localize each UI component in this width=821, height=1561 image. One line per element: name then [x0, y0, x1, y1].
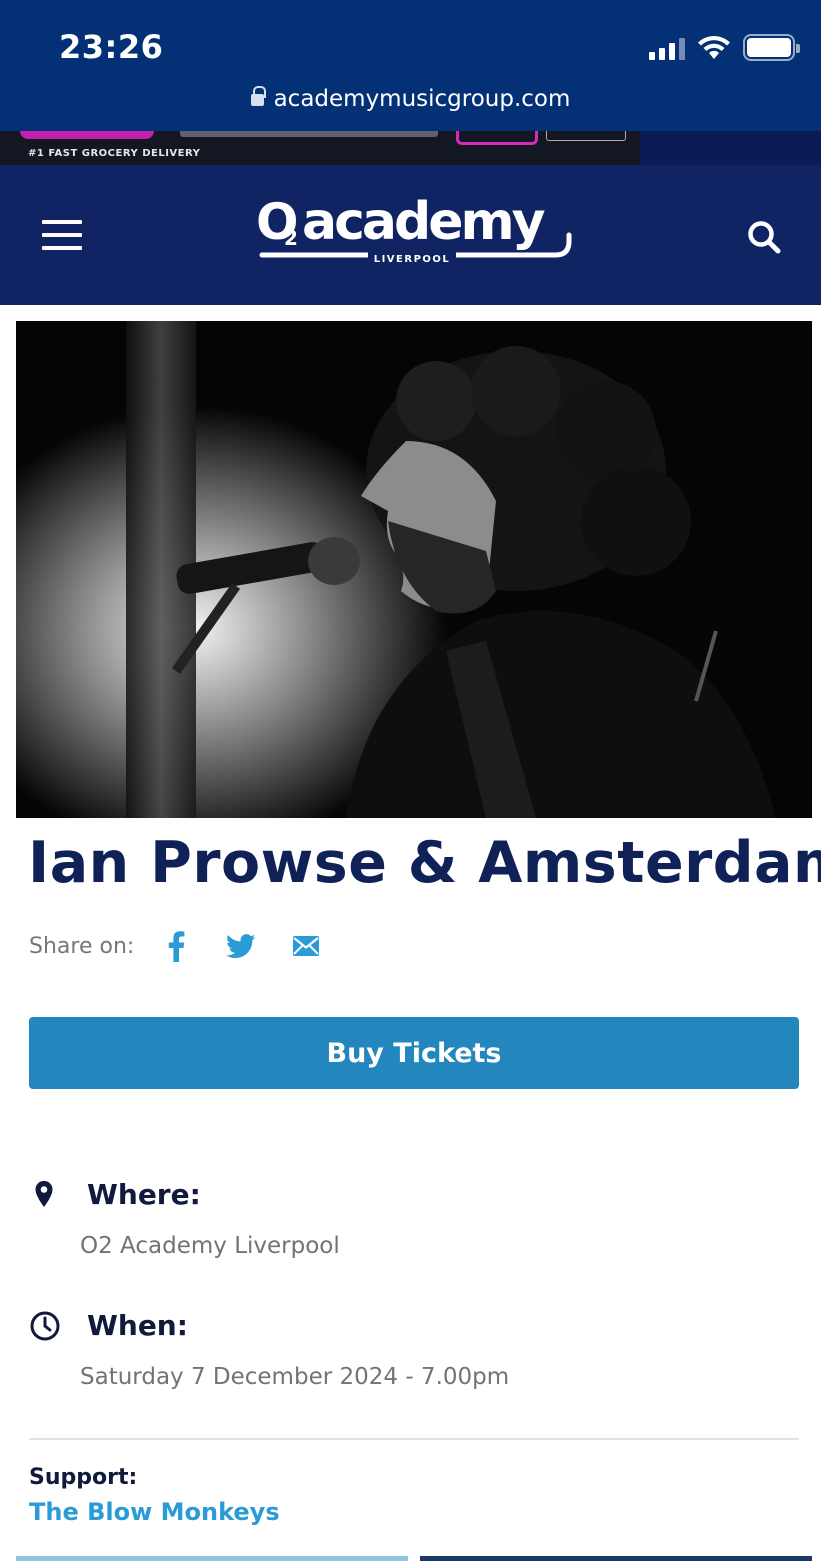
- svg-text:2: 2: [284, 226, 298, 250]
- browser-status-bar: 23:26 academymusicgroup.com: [0, 0, 821, 131]
- url-text: academymusicgroup.com: [273, 86, 571, 112]
- support-act-link[interactable]: The Blow Monkeys: [29, 1498, 280, 1526]
- facebook-icon[interactable]: [158, 928, 194, 964]
- search-icon[interactable]: [746, 219, 782, 255]
- lock-icon: [250, 86, 266, 106]
- site-header: O 2 academy LIVERPOOL: [0, 165, 821, 305]
- when-value: Saturday 7 December 2024 - 7.00pm: [80, 1364, 510, 1390]
- hamburger-menu-icon[interactable]: [42, 220, 82, 250]
- google-play-badge: [546, 131, 626, 141]
- signal-icon: [649, 36, 685, 60]
- location-pin-icon: [35, 1181, 53, 1207]
- section-divider: [29, 1438, 799, 1440]
- ad-logo: [20, 131, 154, 139]
- svg-text:academy: academy: [302, 195, 545, 252]
- share-label: Share on:: [29, 933, 135, 959]
- buy-tickets-button[interactable]: Buy Tickets: [29, 1017, 799, 1089]
- support-heading: Support:: [29, 1465, 138, 1490]
- svg-text:LIVERPOOL: LIVERPOOL: [374, 254, 451, 265]
- ad-banner-area: #1 FAST GROCERY DELIVERY: [0, 131, 821, 165]
- event-title: Ian Prowse & Amsterdam: [28, 830, 821, 896]
- ad-banner[interactable]: #1 FAST GROCERY DELIVERY: [0, 131, 640, 165]
- ad-tagline: #1 FAST GROCERY DELIVERY: [28, 148, 201, 159]
- clock-icon: [30, 1311, 60, 1341]
- when-heading: When:: [87, 1309, 188, 1342]
- battery-icon: [743, 34, 800, 61]
- twitter-icon[interactable]: [223, 928, 259, 964]
- status-icons: [649, 34, 800, 61]
- email-icon[interactable]: [288, 928, 324, 964]
- share-bar: Share on:: [29, 928, 353, 964]
- status-time: 23:26: [59, 28, 164, 66]
- address-bar[interactable]: academymusicgroup.com: [0, 86, 821, 112]
- where-value: O2 Academy Liverpool: [80, 1233, 340, 1259]
- wifi-icon: [698, 35, 730, 59]
- ad-headline: [180, 131, 438, 137]
- related-events-strip: [16, 1556, 812, 1561]
- ad-badge: [456, 131, 538, 145]
- where-heading: Where:: [87, 1178, 201, 1211]
- o2-academy-liverpool-logo[interactable]: O 2 academy LIVERPOOL: [256, 195, 572, 269]
- event-hero-image: [16, 321, 812, 818]
